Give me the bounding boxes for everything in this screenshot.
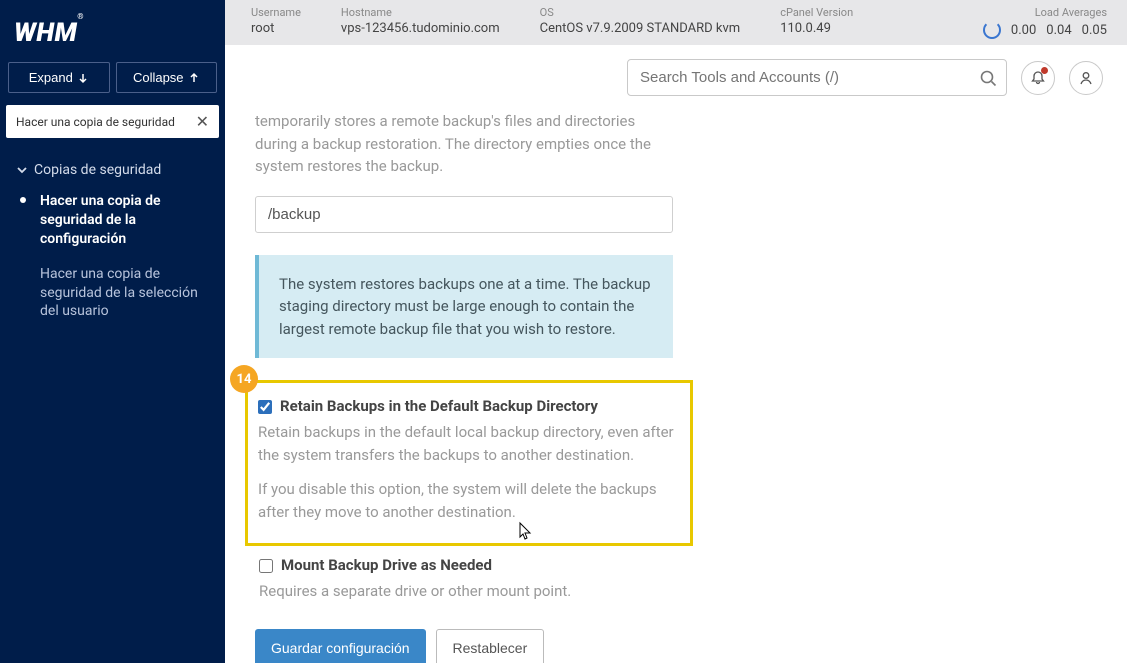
notifications-button[interactable]: [1021, 61, 1055, 95]
hostname-label: Hostname: [341, 6, 500, 19]
nav-section-header[interactable]: Copias de seguridad: [4, 156, 221, 184]
username-label: Username: [251, 6, 301, 19]
mount-desc: Requires a separate drive or other mount…: [255, 580, 703, 603]
refresh-icon[interactable]: [983, 21, 1001, 39]
chevron-down-icon: [16, 164, 28, 176]
sidebar-item-backup-user[interactable]: Hacer una copia de seguridad de la selec…: [4, 257, 221, 330]
user-icon: [1078, 70, 1094, 86]
load-value-3: 0.05: [1082, 23, 1107, 38]
topbar-hostname: Hostname vps-123456.tudominio.com: [341, 6, 500, 36]
os-value: CentOS v7.9.2009 STANDARD kvm: [540, 21, 741, 36]
collapse-label: Collapse: [133, 70, 184, 85]
load-value-2: 0.04: [1046, 23, 1071, 38]
expand-label: Expand: [29, 70, 73, 85]
staging-description: temporarily stores a remote backup's fil…: [255, 110, 665, 178]
mount-backup-group: Mount Backup Drive as Needed Requires a …: [255, 556, 703, 603]
logo-trademark: ®: [77, 12, 84, 21]
notification-dot-icon: [1041, 67, 1048, 74]
topbar-cpanel-version: cPanel Version 110.0.49: [780, 6, 853, 36]
main: Username root Hostname vps-123456.tudomi…: [225, 0, 1127, 663]
logo-text: WHM: [14, 18, 77, 48]
sidebar: WHM® Expand Collapse Hacer una copia de …: [0, 0, 225, 663]
step-badge: 14: [230, 365, 258, 393]
topbar-load-averages: Load Averages 0.00 0.04 0.05: [983, 6, 1107, 39]
retain-backups-group: 14 Retain Backups in the Default Backup …: [245, 380, 693, 546]
retain-desc-2: If you disable this option, the system w…: [254, 478, 674, 523]
sidebar-item-label: Hacer una copia de seguridad de la confi…: [40, 193, 161, 247]
nav-section-title: Copias de seguridad: [34, 162, 161, 178]
topbar-username: Username root: [251, 6, 301, 36]
search-input[interactable]: [627, 59, 1007, 96]
arrow-down-icon: [77, 72, 89, 84]
arrow-up-icon: [188, 72, 200, 84]
account-button[interactable]: [1069, 61, 1103, 95]
info-text: The system restores backups one at a tim…: [279, 275, 651, 338]
load-label: Load Averages: [983, 6, 1107, 19]
searchbar-row: [225, 45, 1127, 110]
topbar: Username root Hostname vps-123456.tudomi…: [225, 0, 1127, 45]
retain-backups-checkbox[interactable]: [258, 400, 272, 414]
staging-path-input[interactable]: [255, 196, 673, 233]
topbar-os: OS CentOS v7.9.2009 STANDARD kvm: [540, 6, 741, 36]
reset-button[interactable]: Restablecer: [436, 629, 545, 663]
cpver-label: cPanel Version: [780, 6, 853, 19]
search-icon[interactable]: [979, 69, 997, 87]
mount-backup-label: Mount Backup Drive as Needed: [281, 556, 492, 574]
info-box: The system restores backups one at a tim…: [255, 255, 673, 359]
sidebar-item-backup-config[interactable]: Hacer una copia de seguridad de la confi…: [4, 184, 221, 257]
button-row: Guardar configuración Restablecer: [255, 629, 1097, 663]
search-wrap: [627, 59, 1007, 96]
close-icon[interactable]: ✕: [196, 112, 209, 131]
load-value-1: 0.00: [1011, 23, 1036, 38]
collapse-button[interactable]: Collapse: [116, 62, 218, 93]
whm-logo: WHM®: [0, 0, 225, 62]
save-button[interactable]: Guardar configuración: [255, 629, 426, 663]
sidebar-item-label: Hacer una copia de seguridad de la selec…: [40, 266, 198, 320]
nav-section: Copias de seguridad Hacer una copia de s…: [0, 146, 225, 339]
retain-backups-label: Retain Backups in the Default Backup Dir…: [280, 397, 598, 415]
breadcrumb-text: Hacer una copia de seguridad: [16, 115, 175, 129]
expand-button[interactable]: Expand: [8, 62, 110, 93]
breadcrumb[interactable]: Hacer una copia de seguridad ✕: [6, 105, 219, 138]
mount-backup-checkbox[interactable]: [259, 559, 273, 573]
content: temporarily stores a remote backup's fil…: [225, 110, 1127, 663]
hostname-value: vps-123456.tudominio.com: [341, 21, 500, 36]
retain-desc-1: Retain backups in the default local back…: [254, 421, 674, 466]
os-label: OS: [540, 6, 741, 19]
username-value: root: [251, 21, 301, 36]
cursor-icon: [518, 521, 534, 541]
cpver-value: 110.0.49: [780, 21, 853, 36]
